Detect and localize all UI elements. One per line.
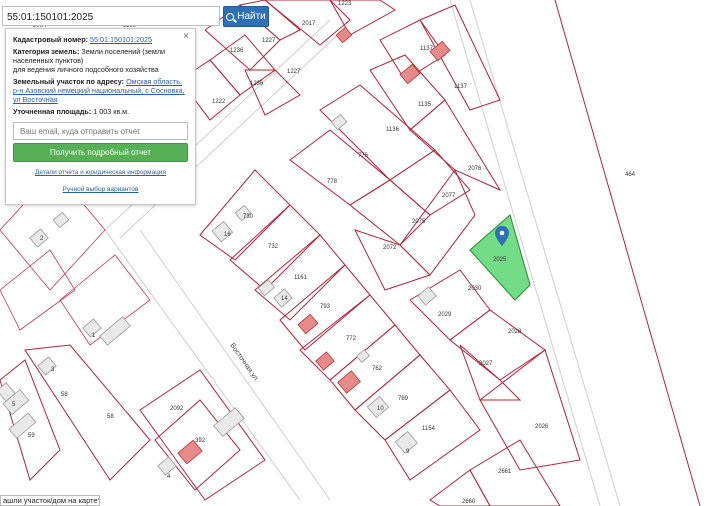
plot-label: 16 [224,232,231,238]
plot-label: 14 [281,296,288,302]
plot-label: 762 [372,366,383,372]
land-category-label: Категория земель: [13,47,80,56]
area-value: 1 003 кв.м. [93,107,130,116]
land-use-value: для ведения личного подсобного хозяйства [13,65,159,74]
plot-label: 1222 [212,99,226,105]
search-icon [226,12,235,21]
plot-label: 732 [268,244,279,250]
plot-label: 464 [625,172,636,178]
plot-label: 730 [243,214,254,220]
plot-label: 1137 [454,84,468,90]
report-details-link[interactable]: Детали отчета и юридическая информация [35,169,166,176]
plot-label: 1227 [262,38,276,44]
cadastral-number-label: Кадастровый номер: [13,35,89,44]
plot-label: 2029 [438,312,452,318]
plot-label: 2092 [170,406,184,412]
plot-label: 2072 [383,245,397,251]
plot-label: 778 [327,179,338,185]
plot-label: 2660 [462,499,476,505]
cadastral-number-row: Кадастровый номер: 55:01:150101:2025 [13,35,188,44]
plot-label: 793 [320,304,331,310]
cadastral-search-box [2,6,220,27]
plot-label: 10 [377,406,384,412]
plot-label: 1236 [250,81,264,87]
plot-label: 2030 [468,286,482,292]
plot-label: 2027 [479,361,493,367]
plot-label: 1154 [422,426,436,432]
manual-select-link[interactable]: Ручной выбор вариантов [63,186,139,193]
plot-label: 1 [92,333,96,339]
plot-label: 1227 [287,69,301,75]
address-row: Земельный участок по адресу: Омская обла… [13,77,188,104]
land-category-row: Категория земель: Земли поселений (земли… [13,47,188,74]
cadastral-search-input[interactable] [3,8,219,27]
email-field[interactable] [13,122,188,140]
plot-label: 2075 [412,219,426,225]
plot-label: 2661 [498,469,512,475]
plot-label: 58 [61,392,68,398]
plot-label: 2017 [302,21,316,27]
found-plot-prompt[interactable]: ашли участок/дом на карте? [0,495,100,506]
plot-label: 1136 [386,127,400,133]
area-row: Уточненная площадь: 1 003 кв.м. [13,107,188,116]
plot-label: 1137 [420,46,434,52]
get-report-button[interactable]: Получить подробный отчет [13,143,188,162]
close-icon[interactable]: × [183,32,189,42]
plot-label: 1161 [294,275,308,281]
plot-label: 1135 [418,102,432,108]
address-label: Земельный участок по адресу: [13,77,125,86]
plot-label: 392 [195,438,206,444]
plot-label: 789 [398,396,409,402]
area-label: Уточненная площадь: [13,107,92,116]
plot-label: 59 [28,433,35,439]
plot-label: 2028 [508,329,522,335]
plot-label: 2076 [468,166,482,172]
plot-label: 2077 [442,193,456,199]
plot-label: 58 [107,414,114,420]
plot-label: 2025 [493,257,507,263]
plot-label: 2026 [535,424,549,430]
plot-label: 4 [167,474,171,480]
find-button[interactable]: Найти [223,6,269,27]
plot-label: 1223 [338,1,352,7]
cadastral-number-link[interactable]: 55:01:150101:2025 [90,35,152,44]
plot-info-panel: × Кадастровый номер: 55:01:150101:2025 К… [5,28,196,205]
find-button-label: Найти [237,11,266,22]
plot-label: 1236 [230,48,244,54]
plot-label: 776 [358,153,369,159]
plot-label: 772 [346,336,357,342]
